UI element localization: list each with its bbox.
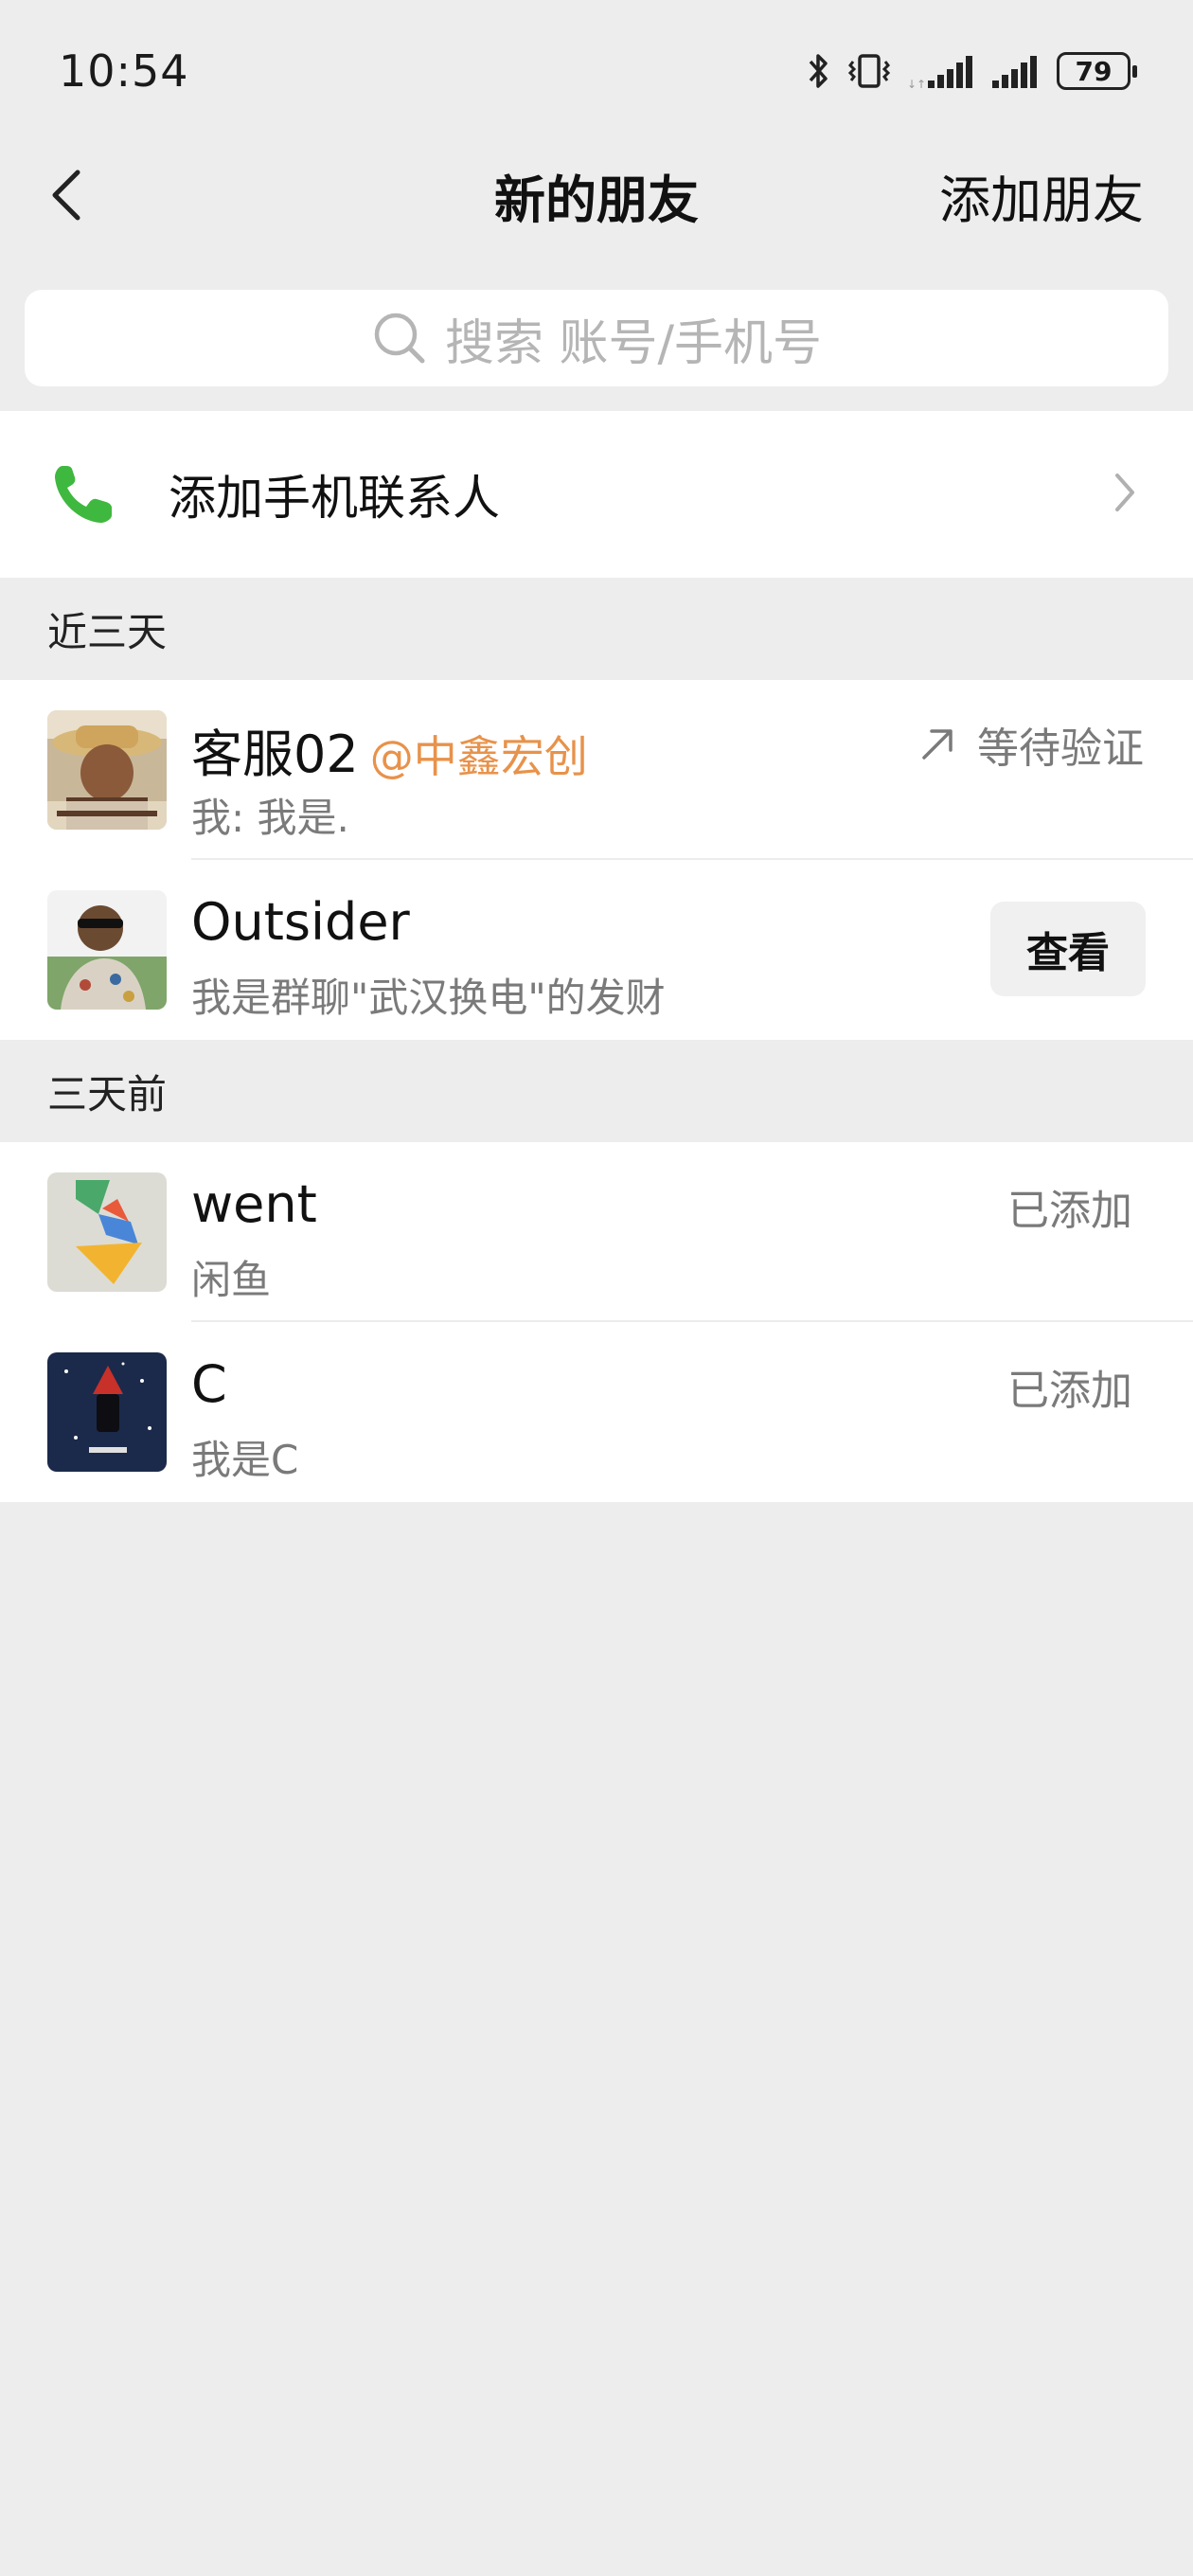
avatar: [47, 1352, 167, 1472]
view-button[interactable]: 查看: [990, 902, 1146, 996]
avatar: [47, 710, 167, 830]
friend-status-text: 等待验证: [977, 724, 1144, 773]
friend-request-row[interactable]: C 我是C 已添加: [0, 1322, 1193, 1502]
status-time: 10:54: [59, 45, 189, 97]
phone-icon: [55, 466, 112, 523]
friend-name: went: [191, 1174, 317, 1234]
avatar: [47, 890, 167, 1010]
search-icon: [374, 313, 425, 364]
chevron-right-icon: [1115, 474, 1134, 511]
battery-indicator: 79: [1057, 52, 1137, 90]
friend-org: @中鑫宏创: [369, 731, 588, 782]
friend-name: C: [191, 1354, 227, 1414]
friend-status: 等待验证: [918, 714, 1144, 775]
friend-message: 我是群聊"武汉换电"的发财: [191, 975, 666, 1021]
svg-text:↓↑: ↓↑: [907, 78, 926, 91]
friend-request-row[interactable]: 客服02 @中鑫宏创 我: 我是. 等待验证: [0, 680, 1193, 860]
friend-status: 已添加: [1007, 1367, 1132, 1415]
search-input[interactable]: 搜索 账号/手机号: [25, 290, 1168, 386]
friend-message: 我是C: [191, 1437, 299, 1483]
bluetooth-icon: [809, 54, 828, 88]
friend-message: 我: 我是.: [191, 795, 349, 841]
nav-bar: 新的朋友 添加朋友: [0, 142, 1193, 248]
friend-message: 闲鱼: [191, 1257, 272, 1303]
add-phone-contacts-label: 添加手机联系人: [169, 471, 500, 526]
status-icons: ↓↑ 79: [807, 50, 1137, 92]
avatar: [47, 1172, 167, 1292]
friend-name: 客服02 @中鑫宏创: [191, 712, 588, 787]
section-header-older: 三天前: [47, 1070, 168, 1118]
friend-request-row[interactable]: went 闲鱼 已添加: [0, 1142, 1193, 1322]
search-placeholder: 搜索 账号/手机号: [444, 314, 823, 372]
friend-name-text: 客服02: [191, 724, 359, 784]
friend-status: 已添加: [1007, 1187, 1132, 1235]
friend-name: Outsider: [191, 892, 410, 952]
add-friend-button[interactable]: 添加朋友: [939, 158, 1144, 233]
friend-request-row[interactable]: Outsider 我是群聊"武汉换电"的发财 查看: [0, 860, 1193, 1040]
signal-icon: [992, 56, 1037, 88]
add-phone-contacts-item[interactable]: 添加手机联系人: [0, 411, 1193, 578]
vibrate-icon: [847, 54, 891, 88]
section-header-recent: 近三天: [47, 608, 168, 655]
arrow-up-right-icon: [922, 729, 953, 760]
signal-icon: ↓↑: [907, 56, 972, 91]
status-bar: 10:54 ↓↑ 79: [0, 0, 1193, 142]
